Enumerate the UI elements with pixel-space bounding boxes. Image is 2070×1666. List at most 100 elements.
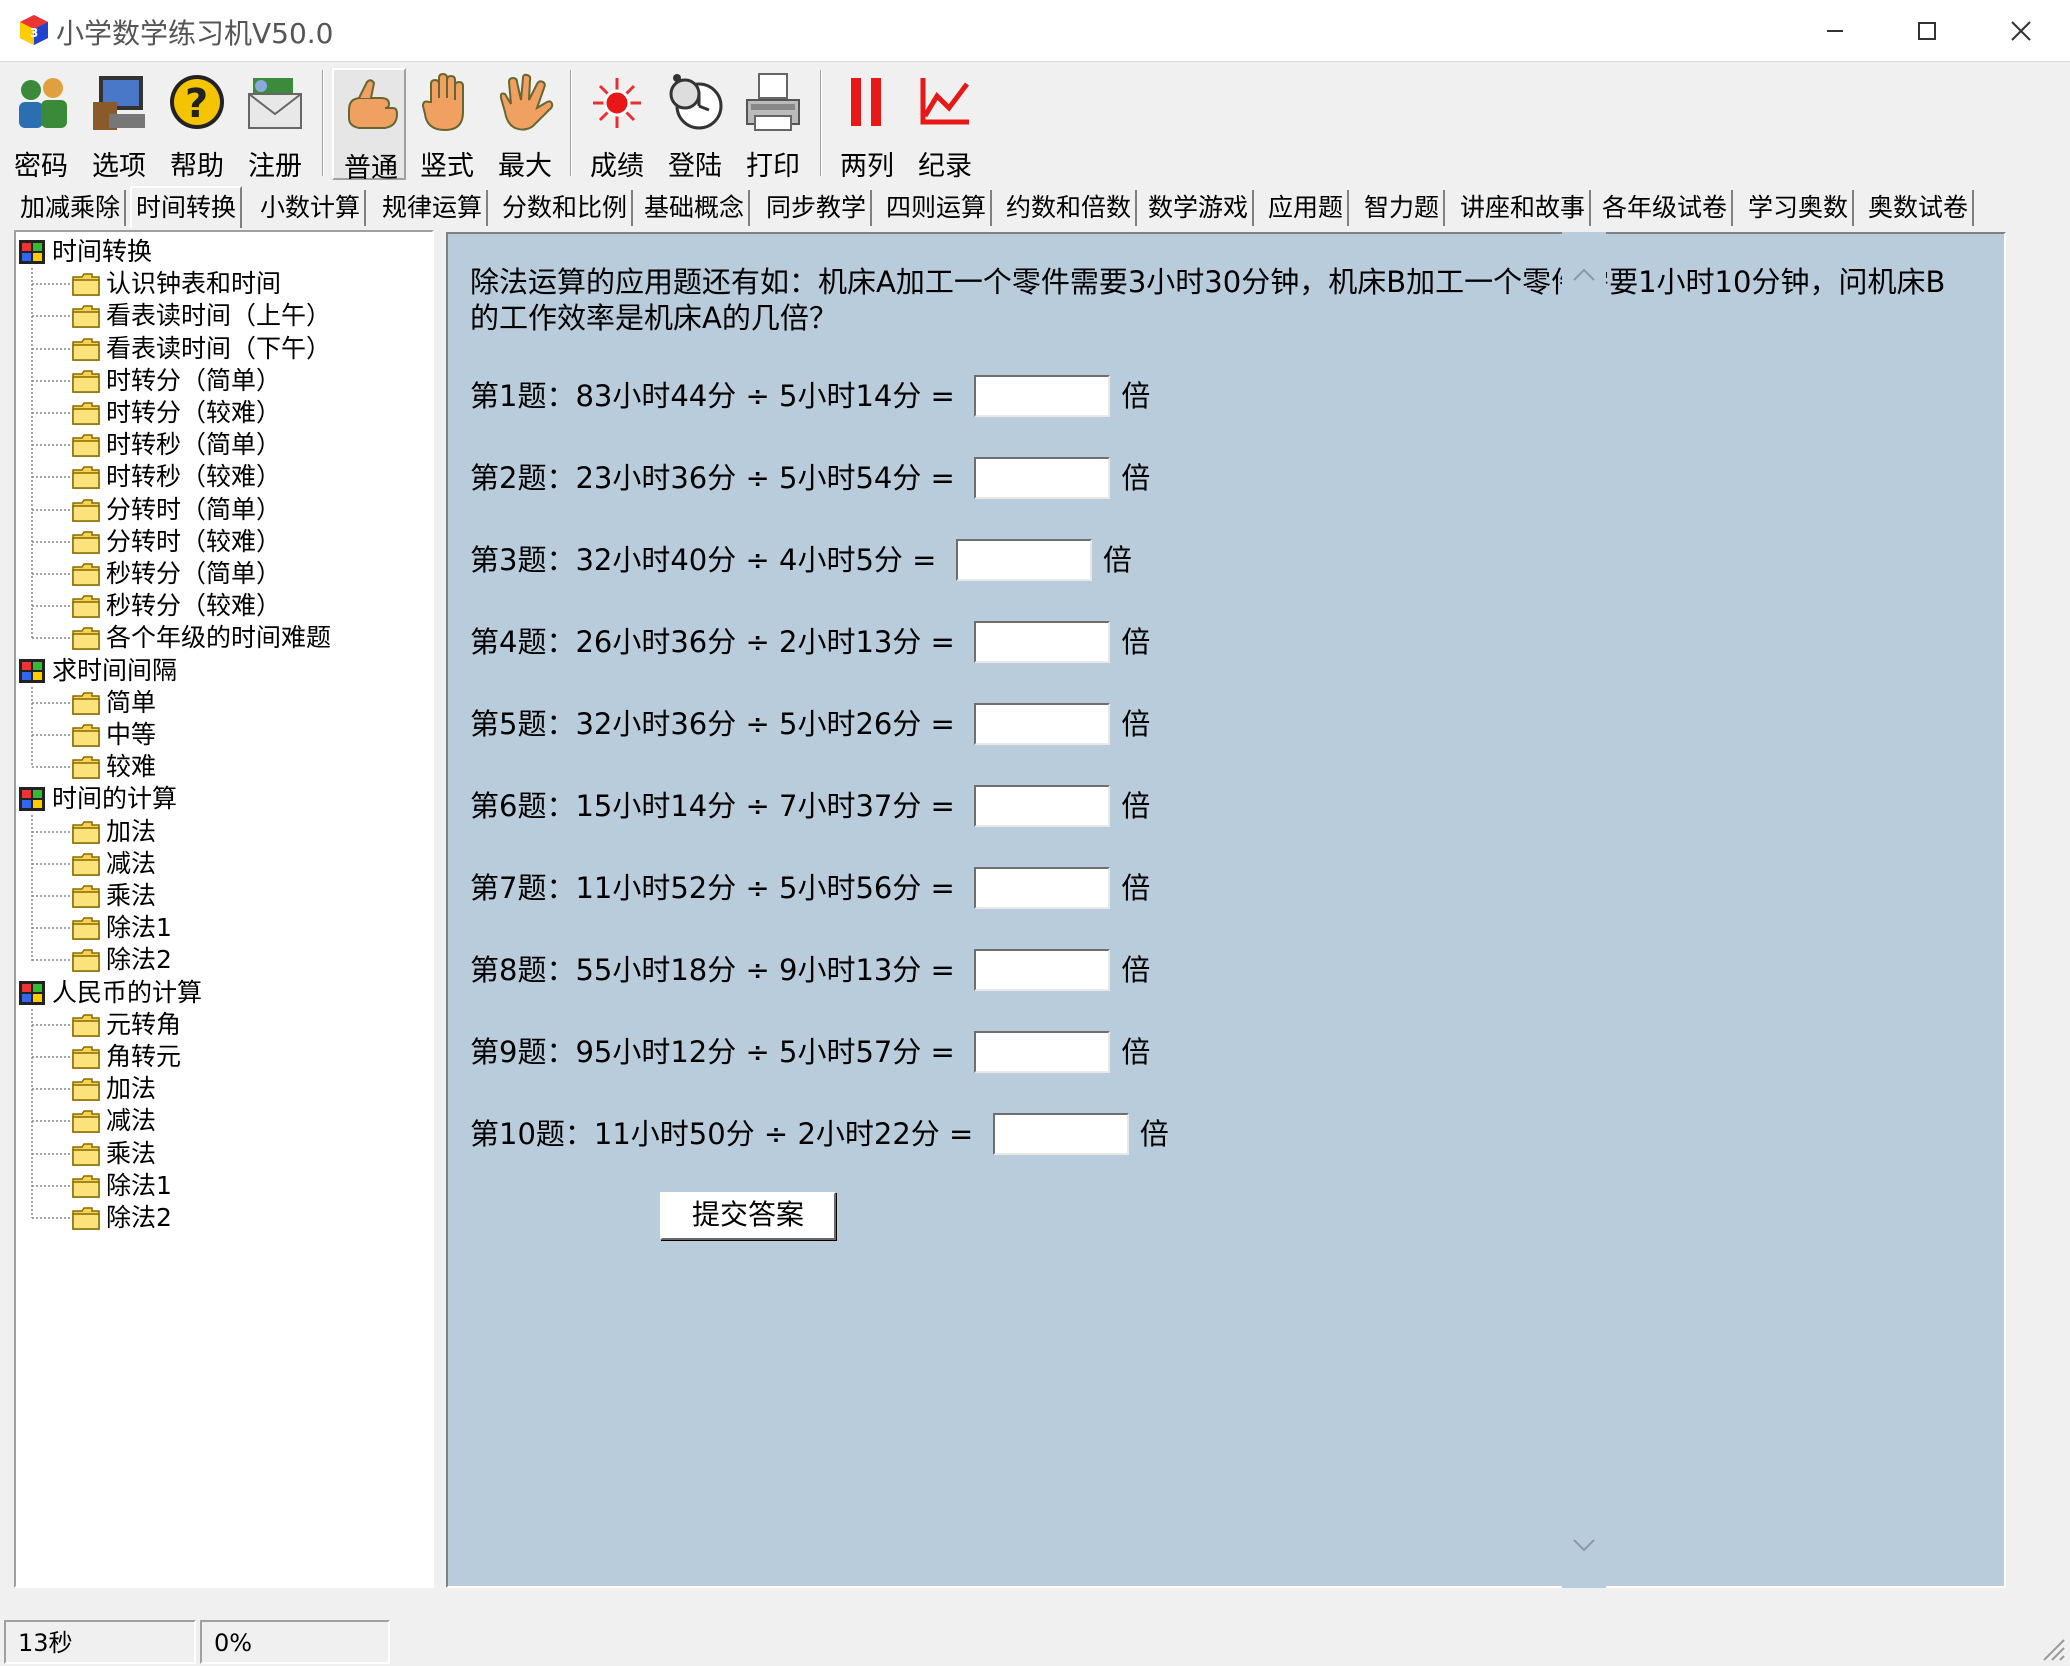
two-columns-button[interactable]: 两列 <box>830 68 904 182</box>
scroll-down-icon[interactable] <box>1572 1538 1596 1554</box>
print-button[interactable]: 打印 <box>736 68 810 182</box>
question-row: 第8题：55小时18分 ÷ 9小时13分 = 倍 <box>470 948 1150 992</box>
tree-item-label: 乘法 <box>106 1139 157 1168</box>
tree-item-label: 加法 <box>106 1074 157 1103</box>
answer-input[interactable] <box>992 1113 1129 1155</box>
group-icon <box>18 786 46 812</box>
progress-percent: 0% <box>200 1620 390 1664</box>
record-button[interactable]: 纪录 <box>908 68 982 182</box>
folder-icon <box>72 593 100 619</box>
svg-text:?: ? <box>185 81 208 127</box>
register-button[interactable]: 注册 <box>238 68 312 182</box>
answer-input[interactable] <box>974 375 1111 417</box>
tree-item-label: 看表读时间（下午） <box>106 334 332 363</box>
tree-item-label: 各个年级的时间难题 <box>106 623 332 652</box>
submit-answer-button[interactable]: 提交答案 <box>660 1192 836 1240</box>
question-row: 第6题：15小时14分 ÷ 7小时37分 = 倍 <box>470 784 1150 828</box>
normal-mode-label: 普通 <box>344 153 398 184</box>
folder-icon <box>72 464 100 490</box>
question-text: 第4题：26小时36分 ÷ 2小时13分 = <box>470 625 955 659</box>
close-button[interactable] <box>1976 0 2066 62</box>
toolbar-separator <box>322 70 324 176</box>
unit-label: 倍 <box>1121 1035 1151 1069</box>
folder-icon <box>72 1076 100 1102</box>
folder-icon <box>72 915 100 941</box>
tab-time-conversion[interactable]: 时间转换 <box>130 186 243 228</box>
answer-input[interactable] <box>955 539 1092 581</box>
tab-arithmetic[interactable]: 加减乘除 <box>16 190 127 226</box>
normal-mode-button[interactable]: 普通 <box>332 68 406 184</box>
folder-icon <box>72 1141 100 1167</box>
answer-input[interactable] <box>974 457 1111 499</box>
tab-sync-teaching[interactable]: 同步教学 <box>762 190 873 226</box>
password-button[interactable]: 密码 <box>4 68 78 182</box>
tab-olympiad-exams[interactable]: 奥数试卷 <box>1864 190 1975 226</box>
folder-icon <box>72 947 100 973</box>
folder-icon <box>72 1012 100 1038</box>
topic-tree[interactable]: 时间转换 认识钟表和时间 看表读时间（上午） 看表读时间（下午） 时转分（简单）… <box>14 230 434 1588</box>
tab-basics[interactable]: 基础概念 <box>640 190 751 226</box>
folder-icon <box>72 529 100 555</box>
window-title: 小学数学练习机V50.0 <box>56 17 334 50</box>
vertical-mode-button[interactable]: 竖式 <box>410 68 484 182</box>
question-text: 第9题：95小时12分 ÷ 5小时57分 = <box>470 1035 955 1069</box>
tree-item-label: 分转时（较难） <box>106 527 282 556</box>
folder-icon <box>72 754 100 780</box>
question-text: 第2题：23小时36分 ÷ 5小时54分 = <box>470 461 955 495</box>
printer-icon <box>746 73 800 131</box>
tree-item-label: 加法 <box>106 817 157 846</box>
unit-label: 倍 <box>1121 625 1151 659</box>
group-icon <box>18 239 46 265</box>
help-icon: ? <box>170 75 224 129</box>
unit-label: 倍 <box>1121 953 1151 987</box>
tree-item-label: 认识钟表和时间 <box>106 269 282 298</box>
two-columns-icon <box>851 78 881 126</box>
answer-input[interactable] <box>974 621 1111 663</box>
tab-puzzles[interactable]: 智力题 <box>1360 190 1446 226</box>
max-mode-button[interactable]: 最大 <box>488 68 562 182</box>
tree-item-label: 除法2 <box>106 945 172 974</box>
tab-math-games[interactable]: 数学游戏 <box>1144 190 1255 226</box>
options-button[interactable]: 选项 <box>82 68 156 182</box>
tab-grade-exams[interactable]: 各年级试卷 <box>1598 190 1734 226</box>
svg-text:3: 3 <box>30 26 38 40</box>
tree-item-label: 除法2 <box>106 1203 172 1232</box>
tree-item-label: 减法 <box>106 1106 157 1135</box>
tab-fractions[interactable]: 分数和比例 <box>498 190 634 226</box>
tree-item-label: 时转秒（较难） <box>106 462 282 491</box>
print-label: 打印 <box>746 151 800 182</box>
tree-item-label: 除法1 <box>106 913 172 942</box>
answer-input[interactable] <box>974 1031 1111 1073</box>
tab-pattern[interactable]: 规律运算 <box>378 190 489 226</box>
tab-decimals[interactable]: 小数计算 <box>256 190 367 226</box>
tab-factors-multiples[interactable]: 约数和倍数 <box>1002 190 1138 226</box>
folder-icon <box>72 883 100 909</box>
tab-word-problems[interactable]: 应用题 <box>1264 190 1350 226</box>
question-row: 第3题：32小时40分 ÷ 4小时5分 = 倍 <box>470 538 1132 582</box>
question-text: 第7题：11小时52分 ÷ 5小时56分 = <box>470 871 955 905</box>
question-text: 第3题：32小时40分 ÷ 4小时5分 = <box>470 543 937 577</box>
score-button[interactable]: 成绩 <box>580 68 654 182</box>
vertical-scrollbar[interactable] <box>1562 232 1606 1588</box>
folder-icon <box>72 497 100 523</box>
tree-item-label: 较难 <box>106 752 157 781</box>
help-button[interactable]: ? 帮助 <box>160 68 234 182</box>
maximize-icon <box>1918 22 1936 40</box>
login-button[interactable]: 登陆 <box>658 68 732 182</box>
hand-wave-icon <box>499 73 554 131</box>
login-label: 登陆 <box>668 151 722 182</box>
unit-label: 倍 <box>1102 543 1132 577</box>
answer-input[interactable] <box>974 867 1111 909</box>
maximize-button[interactable] <box>1882 0 1972 62</box>
tab-four-operations[interactable]: 四则运算 <box>882 190 993 226</box>
tree-group-label: 时间的计算 <box>52 784 178 813</box>
folder-icon <box>72 368 100 394</box>
tab-lectures[interactable]: 讲座和故事 <box>1456 190 1592 226</box>
resize-grip-icon[interactable] <box>2040 1636 2066 1662</box>
scroll-up-icon[interactable] <box>1572 266 1596 282</box>
tab-olympiad[interactable]: 学习奥数 <box>1744 190 1855 226</box>
answer-input[interactable] <box>974 949 1111 991</box>
answer-input[interactable] <box>974 785 1111 827</box>
answer-input[interactable] <box>974 703 1111 745</box>
minimize-button[interactable] <box>1790 0 1880 62</box>
